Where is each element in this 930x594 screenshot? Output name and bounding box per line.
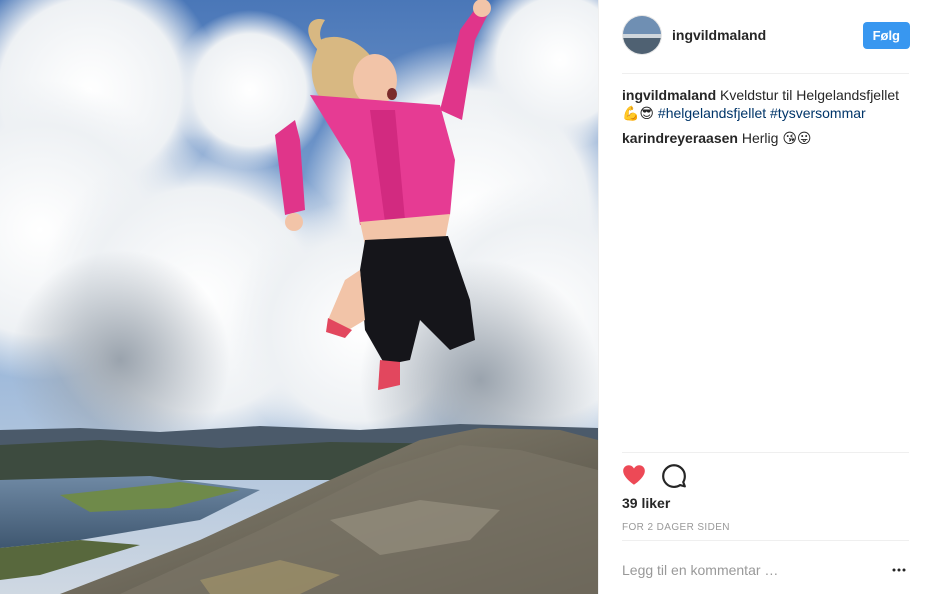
comment-input[interactable] (622, 556, 877, 584)
header-divider (622, 73, 909, 74)
caption-emojis: 💪😎 (622, 106, 655, 122)
post-sidebar: ingvildmaland Følg ingvildmaland Kveldst… (598, 0, 930, 594)
hashtag-link[interactable]: #helgelandsfjellet (658, 105, 766, 121)
caption-author-link[interactable]: ingvildmaland (622, 87, 716, 103)
avatar-image (623, 16, 661, 54)
actions-divider (622, 452, 909, 453)
jumping-girl-photo (0, 0, 598, 594)
comment-emojis: 😘😛 (782, 131, 812, 147)
hashtag-link[interactable]: #tysversommar (770, 105, 866, 121)
comment-icon[interactable] (661, 462, 687, 488)
comment-item: karindreyeraasen Herlig 😘😛 (622, 129, 912, 148)
post-timestamp[interactable]: FOR 2 DAGER SIDEN (622, 522, 730, 533)
follow-button[interactable]: Følg (862, 21, 910, 49)
heart-icon[interactable] (621, 462, 647, 488)
comment-author-link[interactable]: karindreyeraasen (622, 130, 738, 146)
post-header: ingvildmaland Følg (622, 15, 910, 55)
likes-count[interactable]: 39 liker (622, 495, 670, 511)
comments-list: ingvildmaland Kveldstur til Helgelandsfj… (622, 86, 912, 154)
avatar[interactable] (622, 15, 662, 55)
comment-text: Herlig (741, 130, 779, 146)
caption: ingvildmaland Kveldstur til Helgelandsfj… (622, 86, 912, 123)
action-bar (621, 461, 701, 489)
more-options-icon[interactable] (889, 560, 909, 580)
post-photo[interactable] (0, 0, 598, 594)
username-link[interactable]: ingvildmaland (672, 27, 863, 43)
comment-input-divider (622, 540, 909, 541)
caption-text: Kveldstur til Helgelandsfjellet (720, 87, 899, 103)
